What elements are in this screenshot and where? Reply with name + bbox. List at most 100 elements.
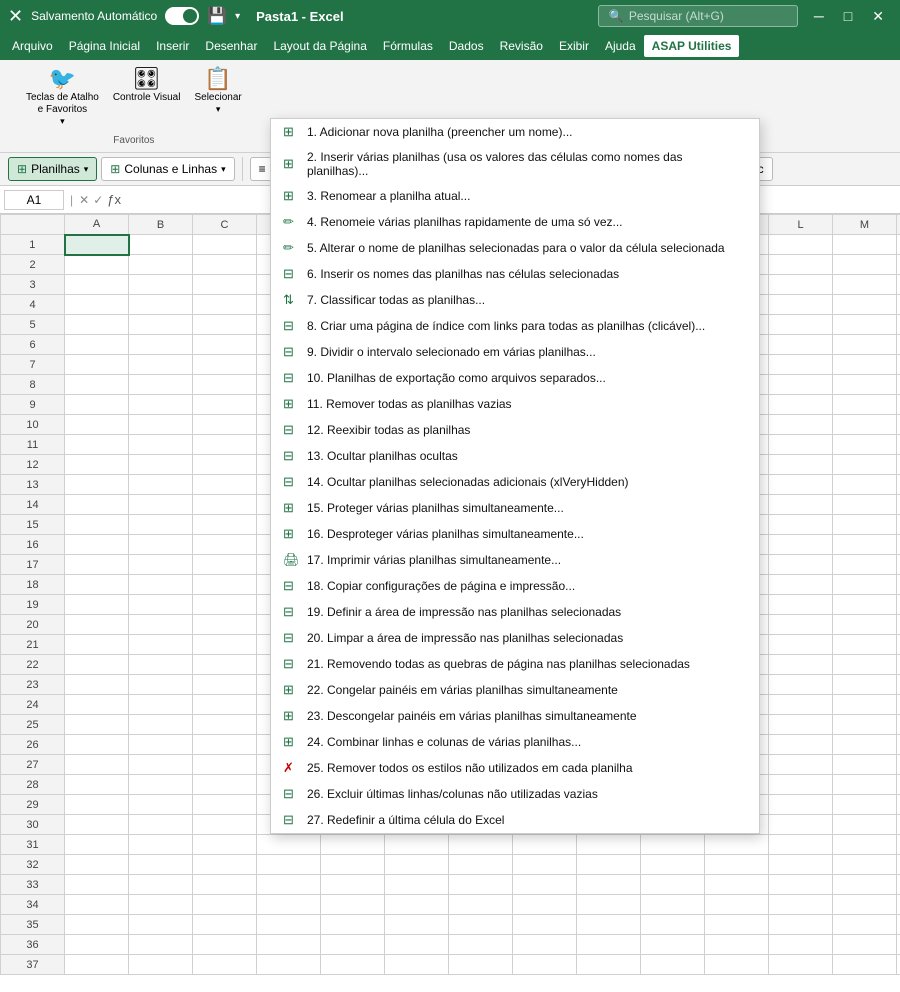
sheet-cell[interactable] bbox=[129, 795, 193, 815]
sheet-cell[interactable] bbox=[65, 475, 129, 495]
sheet-cell[interactable] bbox=[65, 395, 129, 415]
sheet-cell[interactable] bbox=[65, 915, 129, 935]
sheet-cell[interactable] bbox=[897, 315, 900, 335]
sheet-cell[interactable] bbox=[65, 275, 129, 295]
sheet-cell[interactable] bbox=[257, 875, 321, 895]
sheet-cell[interactable] bbox=[129, 595, 193, 615]
sheet-cell[interactable] bbox=[769, 395, 833, 415]
quick-access-arrow[interactable]: ▾ bbox=[235, 11, 240, 22]
dropdown-item[interactable]: ⊟9. Dividir o intervalo selecionado em v… bbox=[271, 339, 759, 365]
sheet-cell[interactable] bbox=[449, 895, 513, 915]
sheet-cell[interactable] bbox=[705, 895, 769, 915]
sheet-cell[interactable] bbox=[513, 895, 577, 915]
sheet-cell[interactable] bbox=[897, 835, 900, 855]
col-header-m[interactable]: M bbox=[833, 215, 897, 235]
sheet-cell[interactable] bbox=[65, 255, 129, 275]
sheet-cell[interactable] bbox=[897, 675, 900, 695]
sheet-cell[interactable] bbox=[897, 875, 900, 895]
sheet-cell[interactable] bbox=[257, 895, 321, 915]
sheet-cell[interactable] bbox=[65, 695, 129, 715]
sheet-cell[interactable] bbox=[193, 575, 257, 595]
sheet-cell[interactable] bbox=[769, 435, 833, 455]
sheet-cell[interactable] bbox=[513, 875, 577, 895]
dropdown-item[interactable]: ⊟12. Reexibir todas as planilhas bbox=[271, 417, 759, 443]
sheet-cell[interactable] bbox=[193, 835, 257, 855]
sheet-cell[interactable] bbox=[833, 375, 897, 395]
dropdown-item[interactable]: ⊟19. Definir a área de impressão nas pla… bbox=[271, 599, 759, 625]
sheet-cell[interactable] bbox=[65, 755, 129, 775]
dropdown-item[interactable]: 🖨17. Imprimir várias planilhas simultane… bbox=[271, 547, 759, 573]
sheet-cell[interactable] bbox=[897, 935, 900, 955]
sheet-cell[interactable] bbox=[65, 435, 129, 455]
sheet-cell[interactable] bbox=[65, 795, 129, 815]
sheet-cell[interactable] bbox=[65, 955, 129, 975]
sheet-cell[interactable] bbox=[193, 755, 257, 775]
sheet-cell[interactable] bbox=[833, 435, 897, 455]
sheet-cell[interactable] bbox=[833, 615, 897, 635]
sheet-cell[interactable] bbox=[705, 835, 769, 855]
sheet-cell[interactable] bbox=[385, 835, 449, 855]
sheet-cell[interactable] bbox=[833, 835, 897, 855]
sheet-cell[interactable] bbox=[257, 835, 321, 855]
sheet-cell[interactable] bbox=[193, 555, 257, 575]
sheet-cell[interactable] bbox=[129, 935, 193, 955]
sheet-cell[interactable] bbox=[897, 615, 900, 635]
sheet-cell[interactable] bbox=[897, 955, 900, 975]
dropdown-item[interactable]: ⊞1. Adicionar nova planilha (preencher u… bbox=[271, 119, 759, 145]
sheet-cell[interactable] bbox=[65, 575, 129, 595]
sheet-cell[interactable] bbox=[129, 895, 193, 915]
sheet-cell[interactable] bbox=[769, 295, 833, 315]
sheet-cell[interactable] bbox=[193, 875, 257, 895]
sheet-cell[interactable] bbox=[129, 555, 193, 575]
sheet-cell[interactable] bbox=[769, 595, 833, 615]
sheet-cell[interactable] bbox=[193, 615, 257, 635]
sheet-cell[interactable] bbox=[833, 875, 897, 895]
sheet-cell[interactable] bbox=[385, 955, 449, 975]
sheet-cell[interactable] bbox=[129, 275, 193, 295]
sheet-cell[interactable] bbox=[129, 735, 193, 755]
sheet-cell[interactable] bbox=[193, 235, 257, 255]
sheet-cell[interactable] bbox=[769, 955, 833, 975]
sheet-cell[interactable] bbox=[65, 595, 129, 615]
sheet-cell[interactable] bbox=[577, 935, 641, 955]
sheet-cell[interactable] bbox=[833, 295, 897, 315]
sheet-cell[interactable] bbox=[193, 715, 257, 735]
sheet-cell[interactable] bbox=[129, 815, 193, 835]
sheet-cell[interactable] bbox=[321, 875, 385, 895]
sheet-cell[interactable] bbox=[321, 915, 385, 935]
sheet-cell[interactable] bbox=[129, 495, 193, 515]
sheet-cell[interactable] bbox=[385, 895, 449, 915]
sheet-cell[interactable] bbox=[833, 855, 897, 875]
sheet-cell[interactable] bbox=[385, 855, 449, 875]
menu-inserir[interactable]: Inserir bbox=[148, 35, 197, 57]
sheet-cell[interactable] bbox=[769, 875, 833, 895]
sheet-cell[interactable] bbox=[769, 615, 833, 635]
sheet-cell[interactable] bbox=[897, 575, 900, 595]
sheet-cell[interactable] bbox=[833, 695, 897, 715]
sheet-cell[interactable] bbox=[833, 755, 897, 775]
sheet-cell[interactable] bbox=[193, 855, 257, 875]
sheet-cell[interactable] bbox=[769, 755, 833, 775]
sheet-cell[interactable] bbox=[193, 275, 257, 295]
col-header-c[interactable]: C bbox=[193, 215, 257, 235]
col-header-l[interactable]: L bbox=[769, 215, 833, 235]
sheet-cell[interactable] bbox=[833, 935, 897, 955]
sheet-cell[interactable] bbox=[129, 295, 193, 315]
dropdown-item[interactable]: ⊞15. Proteger várias planilhas simultane… bbox=[271, 495, 759, 521]
sheet-cell[interactable] bbox=[129, 875, 193, 895]
sheet-cell[interactable] bbox=[897, 275, 900, 295]
dropdown-item[interactable]: ⊟26. Excluir últimas linhas/colunas não … bbox=[271, 781, 759, 807]
sheet-cell[interactable] bbox=[449, 855, 513, 875]
dropdown-item[interactable]: ⊟18. Copiar configurações de página e im… bbox=[271, 573, 759, 599]
sheet-cell[interactable] bbox=[129, 575, 193, 595]
insert-function-icon[interactable]: ƒx bbox=[107, 192, 121, 207]
sheet-cell[interactable] bbox=[833, 735, 897, 755]
sheet-cell[interactable] bbox=[129, 635, 193, 655]
sheet-cell[interactable] bbox=[193, 435, 257, 455]
sheet-cell[interactable] bbox=[193, 595, 257, 615]
menu-formulas[interactable]: Fórmulas bbox=[375, 35, 441, 57]
sheet-cell[interactable] bbox=[193, 955, 257, 975]
dropdown-item[interactable]: ✏4. Renomeie várias planilhas rapidament… bbox=[271, 209, 759, 235]
sheet-cell[interactable] bbox=[769, 675, 833, 695]
sheet-cell[interactable] bbox=[833, 275, 897, 295]
